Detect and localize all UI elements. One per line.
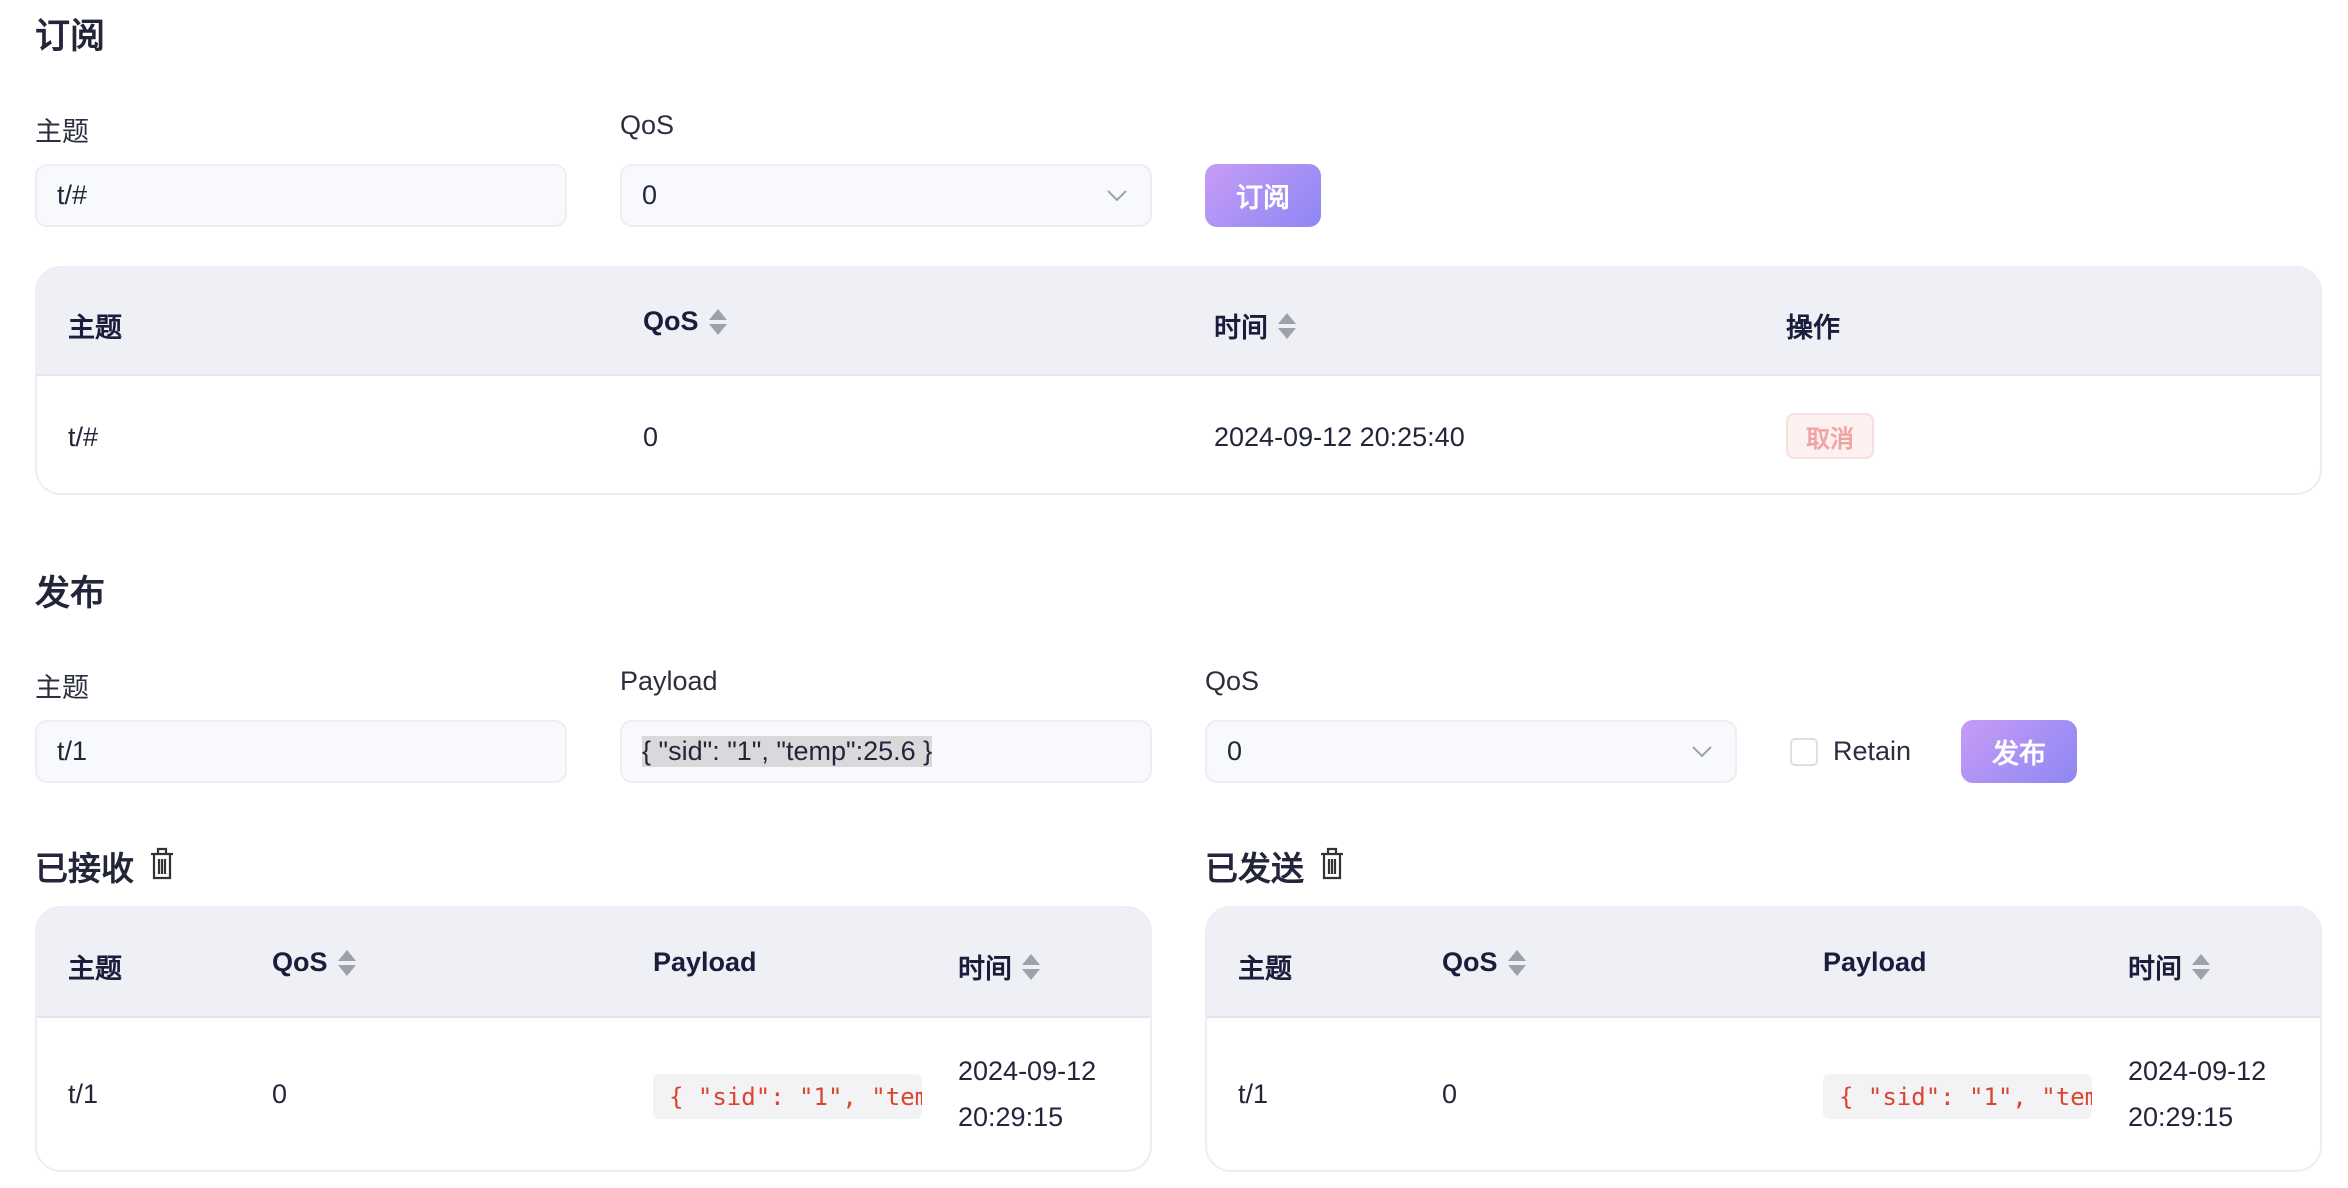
cell-topic: t/#	[68, 422, 99, 452]
header-label: QoS	[272, 947, 328, 977]
subscriptions-table: 主题 QoS 时间 操作 t/# 0 2024-09-12 20:25:40 取…	[35, 266, 2322, 495]
retain-label[interactable]: Retain	[1833, 736, 1911, 767]
sort-icon[interactable]	[1022, 953, 1040, 980]
received-title: 已接收	[35, 850, 134, 887]
table-header: 主题 QoS 时间 操作	[37, 268, 2320, 376]
received-table: 主题 QoS Payload 时间 t/1 0 { "sid": "1", "t…	[35, 906, 1152, 1172]
cell-qos: 0	[272, 1079, 288, 1109]
trash-icon[interactable]	[1318, 846, 1346, 880]
cell-topic: t/1	[1238, 1079, 1269, 1109]
subscribe-topic-input[interactable]: t/#	[35, 164, 567, 227]
cell-qos: 0	[643, 422, 659, 452]
column-header-time[interactable]: 时间	[1214, 306, 1296, 345]
header-label: Payload	[653, 947, 757, 977]
cell-qos: 0	[1442, 1079, 1458, 1109]
trash-icon[interactable]	[148, 846, 176, 880]
unsubscribe-button[interactable]: 取消	[1786, 413, 1874, 459]
chevron-down-icon	[1107, 190, 1127, 202]
cell-payload: { "sid": "1", "temp":25.6 }	[653, 1074, 922, 1119]
column-header-qos[interactable]: QoS	[1442, 947, 1526, 978]
sort-icon[interactable]	[708, 308, 727, 335]
column-header-topic: 主题	[68, 306, 122, 345]
publish-title: 发布	[35, 574, 106, 613]
sent-table: 主题 QoS Payload 时间 t/1 0 { "sid": "1", "t…	[1205, 906, 2322, 1172]
header-label: QoS	[643, 306, 699, 336]
column-header-payload: Payload	[1823, 947, 1927, 978]
column-header-action: 操作	[1786, 306, 1840, 345]
publish-topic-input[interactable]: t/1	[35, 720, 567, 783]
cell-date: 2024-09-12	[2128, 1056, 2267, 1086]
retain-checkbox[interactable]	[1790, 738, 1818, 766]
column-header-topic: 主题	[1238, 947, 1292, 986]
publish-topic-label: 主题	[35, 673, 89, 703]
subscribe-qos-value: 0	[642, 180, 658, 210]
column-header-time[interactable]: 时间	[958, 947, 1040, 986]
header-label: 主题	[1238, 954, 1292, 984]
publish-qos-label: QoS	[1205, 666, 1260, 696]
header-label: Payload	[1823, 947, 1927, 977]
header-label: 主题	[68, 313, 122, 343]
cell-time: 20:29:15	[2128, 1102, 2234, 1132]
sort-icon[interactable]	[337, 949, 356, 976]
header-label: 时间	[958, 954, 1012, 984]
header-label: 主题	[68, 954, 122, 984]
sort-icon[interactable]	[1507, 949, 1526, 976]
publish-button[interactable]: 发布	[1961, 720, 2077, 783]
sent-title: 已发送	[1205, 850, 1304, 887]
publish-payload-label: Payload	[620, 666, 718, 696]
column-header-topic: 主题	[68, 947, 122, 986]
subscribe-topic-value: t/#	[57, 180, 88, 210]
cell-topic: t/1	[68, 1079, 99, 1109]
column-header-time[interactable]: 时间	[2128, 947, 2210, 986]
cell-payload: { "sid": "1", "temp":25.6 }	[1823, 1074, 2092, 1119]
column-header-qos[interactable]: QoS	[272, 947, 356, 978]
sort-icon[interactable]	[1278, 312, 1296, 339]
chevron-down-icon	[1692, 746, 1712, 758]
header-label: 时间	[1214, 313, 1268, 343]
column-header-payload: Payload	[653, 947, 757, 978]
subscribe-button[interactable]: 订阅	[1205, 164, 1321, 227]
header-label: 操作	[1786, 313, 1840, 343]
cell-time: 20:29:15	[958, 1102, 1064, 1132]
publish-qos-value: 0	[1227, 736, 1243, 766]
subscribe-qos-select[interactable]: 0	[620, 164, 1152, 227]
cell-time: 2024-09-12 20:25:40	[1214, 422, 1465, 452]
table-header: 主题 QoS Payload 时间	[1207, 908, 2320, 1018]
publish-payload-value: { "sid": "1", "temp":25.6 }	[642, 736, 933, 767]
header-label: QoS	[1442, 947, 1498, 977]
publish-topic-value: t/1	[57, 736, 88, 766]
subscribe-topic-label: 主题	[35, 117, 89, 147]
header-label: 时间	[2128, 954, 2182, 984]
subscribe-qos-label: QoS	[620, 110, 675, 140]
publish-qos-select[interactable]: 0	[1205, 720, 1737, 783]
sort-icon[interactable]	[2192, 953, 2210, 980]
table-header: 主题 QoS Payload 时间	[37, 908, 1150, 1018]
column-header-qos[interactable]: QoS	[643, 306, 727, 337]
subscribe-title: 订阅	[35, 17, 106, 56]
cell-date: 2024-09-12	[958, 1056, 1097, 1086]
publish-payload-input[interactable]: { "sid": "1", "temp":25.6 }	[620, 720, 1152, 783]
